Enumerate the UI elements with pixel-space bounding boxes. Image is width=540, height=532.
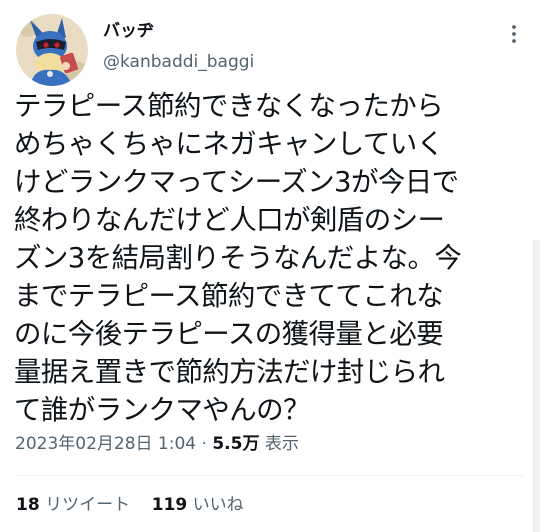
likes-count: 119 [151,495,188,515]
tweet-text-line: めちゃくちゃにネガキャンしていく [14,128,444,160]
tweet-meta: 2023年02月28日 1:04 · 5.5万 表示 [15,432,299,456]
scrollbar[interactable] [533,240,540,532]
more-options-button[interactable] [502,20,526,48]
tweet-text-line: けどランクマってシーズン3が今日で [14,166,459,198]
more-dots-icon [512,25,516,43]
tweet-card: バッヂ @kanbaddi_baggi テラピース節約できなくなったから めちゃ… [0,0,540,532]
tweet-timestamp[interactable]: 2023年02月28日 1:04 [15,434,196,454]
retweets-stat[interactable]: 18 リツイート [16,495,130,515]
tweet-text-line: のに今後テラピースの獲得量と必要 [14,318,444,350]
tweet-text-line: までテラピース節約できててこれな [14,280,444,312]
likes-label: いいね [192,495,244,515]
tweet-text: テラピース節約できなくなったから めちゃくちゃにネガキャンしていく けどランクマ… [14,87,519,429]
author-display-name[interactable]: バッヂ [103,20,154,42]
tweet-stats: 18 リツイート 119 いいね [16,493,244,517]
tweet-text-line: 終わりなんだけど人口が剣盾のシー [14,204,445,236]
views-count: 5.5万 [212,434,260,454]
tweet-text-line: て誰がランクマやんの？ [14,394,311,426]
meta-separator: · [201,434,207,454]
tweet-text-line: 量据え置きで節約方法だけ封じられ [14,356,445,388]
likes-stat[interactable]: 119 いいね [152,495,244,515]
author-handle[interactable]: @kanbaddi_baggi [103,51,254,73]
tweet-text-line: ズン3を結局割りそうなんだよな。今 [14,242,462,274]
tweet-text-line: テラピース節約できなくなったから [14,90,444,122]
divider [16,475,524,476]
retweets-count: 18 [16,495,40,515]
retweets-label: リツイート [45,495,131,515]
views-label: 表示 [264,434,299,454]
lucario-avatar-icon[interactable] [16,14,88,86]
